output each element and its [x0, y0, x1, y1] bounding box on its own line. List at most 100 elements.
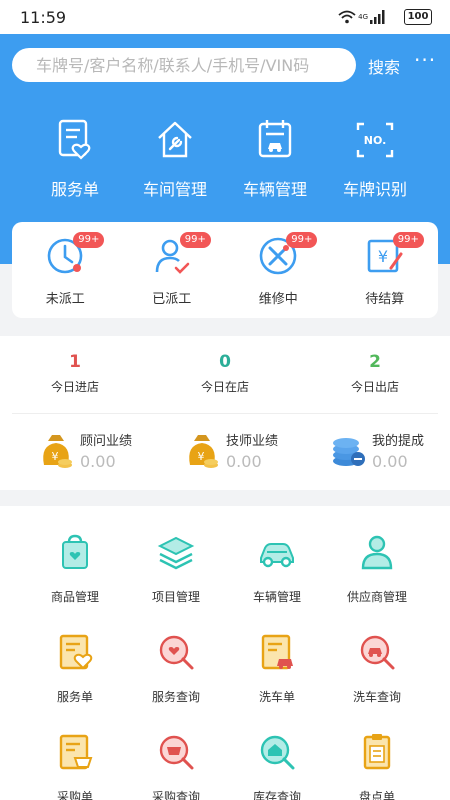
coin-stack-icon	[333, 437, 365, 466]
svg-text:NO.: NO.	[364, 134, 387, 147]
service-doc-icon	[59, 634, 93, 670]
perf-value: 0.00	[372, 452, 408, 471]
perf-label: 技师业绩	[226, 434, 279, 449]
stat-value: 2	[369, 352, 381, 372]
battery-icon: 100	[404, 9, 432, 25]
grid-item-label: 服务单	[56, 690, 93, 704]
nav-label: 服务单	[50, 180, 99, 199]
status-label: 待结算	[365, 292, 405, 307]
perf-technician[interactable]: ¥ 技师业绩 0.00	[146, 430, 292, 471]
search-input[interactable]	[12, 48, 356, 82]
grid-item-label: 商品管理	[50, 590, 99, 604]
nav-vehicle[interactable]: 车辆管理	[225, 118, 325, 200]
performance-row: ¥ 顾问业绩 0.00 ¥ 技师业绩 0.00 我的提成 0.00	[0, 430, 450, 471]
grid-item-label: 库存查询	[252, 790, 301, 800]
workshop-icon	[125, 118, 225, 162]
stats-panel: 1 今日进店 0 今日在店 2 今日出店 ¥ 顾问业绩 0.00 ¥ 技师业绩 …	[0, 336, 450, 490]
service-order-icon	[25, 118, 125, 162]
grid-item-label: 采购单	[56, 790, 93, 800]
grid-item-purchase-query[interactable]: 采购查询	[120, 732, 232, 800]
grid-item-label: 服务查询	[151, 690, 200, 704]
stat-label: 今日在店	[200, 380, 249, 394]
search-button[interactable]: 搜索	[368, 54, 400, 78]
status-badge: 99+	[392, 232, 424, 248]
stocktake-icon	[363, 734, 391, 770]
wash-search-icon	[360, 635, 395, 670]
more-button[interactable]: ···	[414, 48, 436, 72]
perf-label: 我的提成	[372, 434, 425, 449]
search-box[interactable]	[12, 48, 356, 82]
grid-item-stocktake[interactable]: 盘点单	[321, 732, 433, 800]
status-unassigned[interactable]: 99+ 未派工	[12, 222, 119, 318]
product-bag-icon	[62, 534, 88, 569]
grid-item-wash-order[interactable]: 洗车单	[221, 632, 333, 705]
status-label: 维修中	[258, 292, 298, 307]
nav-service-order[interactable]: 服务单	[25, 118, 125, 200]
nav-label: 车牌识别	[342, 180, 407, 199]
supplier-icon	[361, 535, 393, 570]
grid-item-supplier[interactable]: 供应商管理	[321, 532, 433, 605]
nav-label: 车间管理	[142, 180, 207, 199]
network-type: 4G	[358, 13, 368, 21]
car-icon	[260, 543, 294, 568]
grid-item-product[interactable]: 商品管理	[19, 532, 131, 605]
status-time: 11:59	[20, 8, 67, 27]
daily-stats: 1 今日进店 0 今日在店 2 今日出店	[0, 336, 450, 395]
money-bag-icon: ¥	[43, 434, 72, 468]
inventory-search-icon	[260, 735, 295, 770]
grid-item-label: 项目管理	[151, 590, 200, 604]
wash-doc-icon	[261, 634, 293, 670]
signal-icons: 4G	[338, 10, 386, 24]
svg-text:¥: ¥	[52, 450, 59, 463]
stat-today-in[interactable]: 1 今日进店	[0, 352, 150, 395]
stat-today-present[interactable]: 0 今日在店	[150, 352, 300, 395]
service-search-icon	[159, 635, 194, 670]
grid-item-wash-query[interactable]: 洗车查询	[321, 632, 433, 705]
grid-item-label: 供应商管理	[346, 590, 407, 604]
stat-value: 0	[219, 352, 231, 372]
perf-advisor[interactable]: ¥ 顾问业绩 0.00	[0, 430, 146, 471]
status-repairing[interactable]: 99+ 维修中	[225, 222, 332, 318]
status-label: 未派工	[45, 292, 85, 307]
stat-today-out[interactable]: 2 今日出店	[300, 352, 450, 395]
grid-item-project[interactable]: 项目管理	[120, 532, 232, 605]
svg-text:¥: ¥	[378, 247, 388, 266]
perf-value: 0.00	[226, 452, 262, 471]
grid-item-label: 洗车查询	[352, 690, 401, 704]
perf-commission[interactable]: 我的提成 0.00	[292, 430, 438, 471]
plate-scan-icon: NO.	[325, 118, 425, 162]
stat-value: 1	[69, 352, 81, 372]
wifi-icon	[338, 10, 356, 24]
status-badge: 99+	[179, 232, 211, 248]
grid-item-label: 洗车单	[258, 690, 295, 704]
status-label: 已派工	[152, 292, 192, 307]
status-badge: 99+	[286, 232, 318, 248]
status-assigned[interactable]: 99+ 已派工	[119, 222, 226, 318]
status-badge: 99+	[73, 232, 105, 248]
work-status-card: 99+ 未派工 99+ 已派工 99+ 维修中 ¥ 99+ 待结算	[12, 222, 438, 318]
stat-label: 今日出店	[350, 380, 399, 394]
cellular-signal-icon	[370, 10, 385, 24]
grid-item-label: 采购查询	[151, 790, 200, 800]
money-bag-icon: ¥	[189, 434, 218, 468]
nav-plate-scan[interactable]: NO. 车牌识别	[325, 118, 425, 200]
grid-item-service-query[interactable]: 服务查询	[120, 632, 232, 705]
purchase-search-icon	[159, 735, 194, 770]
nav-label: 车辆管理	[242, 180, 307, 199]
project-layers-icon	[157, 536, 195, 570]
nav-workshop[interactable]: 车间管理	[125, 118, 225, 200]
grid-item-purchase-order[interactable]: 采购单	[19, 732, 131, 800]
grid-item-service-order[interactable]: 服务单	[19, 632, 131, 705]
stat-label: 今日进店	[50, 380, 99, 394]
vehicle-calendar-icon	[225, 118, 325, 162]
grid-item-label: 盘点单	[358, 790, 395, 800]
purchase-doc-icon	[59, 734, 93, 770]
status-pending-settlement[interactable]: ¥ 99+ 待结算	[332, 222, 439, 318]
divider	[12, 413, 438, 414]
grid-item-label: 车辆管理	[252, 590, 301, 604]
svg-text:¥: ¥	[198, 450, 205, 463]
top-nav: 服务单 车间管理 车辆管理 NO. 车牌识别	[0, 118, 450, 200]
grid-item-inventory-query[interactable]: 库存查询	[221, 732, 333, 800]
grid-item-vehicle[interactable]: 车辆管理	[221, 532, 333, 605]
function-grid: 商品管理 项目管理 车辆管理 供应商管理 服务单 服务查询 洗车单 洗车查询 采…	[0, 506, 450, 800]
